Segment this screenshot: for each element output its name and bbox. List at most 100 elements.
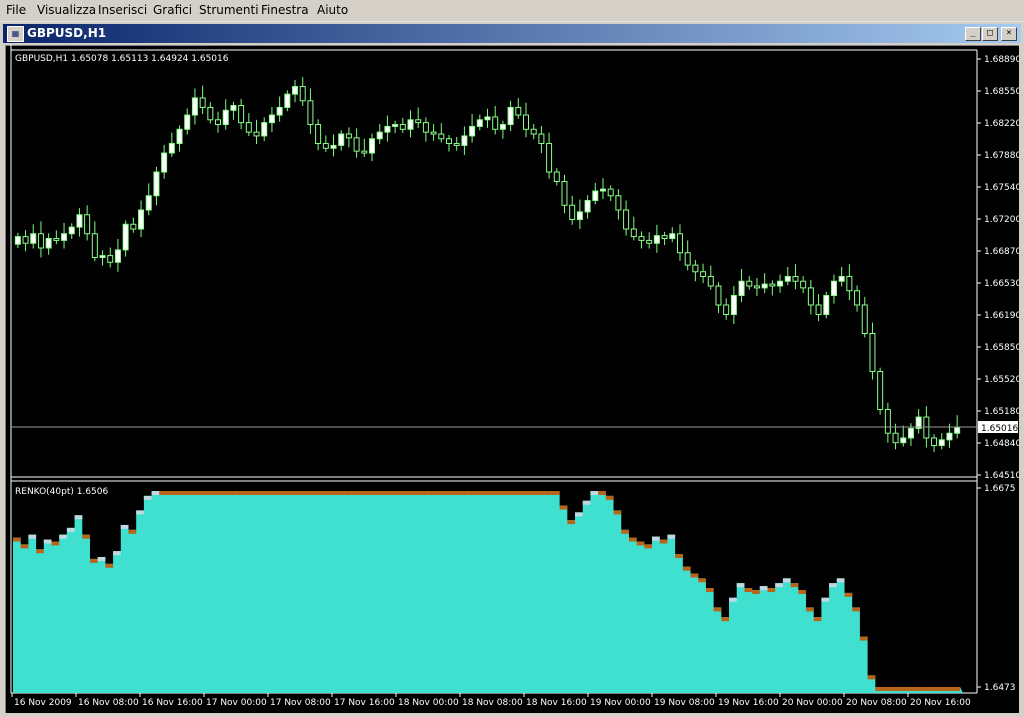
menu-file[interactable]: File — [6, 3, 26, 17]
candle-body — [884, 408, 891, 434]
candle-body — [607, 188, 614, 197]
renko-brick — [567, 520, 576, 525]
renko-brick — [929, 687, 937, 691]
candle-body — [900, 437, 907, 444]
renko-brick — [66, 527, 75, 532]
renko-brick — [374, 491, 383, 495]
renko-brick — [421, 491, 429, 495]
candle-body — [738, 280, 745, 296]
candle-body — [122, 223, 129, 251]
renko-brick — [367, 491, 375, 495]
renko-brick — [813, 617, 822, 622]
renko-brick — [13, 537, 21, 542]
renko-brick — [236, 491, 244, 495]
candle-body — [176, 128, 183, 145]
price-axis: 1.68890 1.68550 1.68220 1.67880 1.67540 1.672… — [977, 55, 1019, 693]
renko-brick — [536, 491, 545, 495]
candle-body — [823, 294, 830, 315]
renko-brick — [613, 510, 622, 515]
renko-brick — [705, 588, 714, 593]
candle-body — [392, 124, 399, 127]
menu-strumenti[interactable]: Strumenti — [199, 3, 259, 17]
time-tick-label: 16 Nov 08:00 — [78, 698, 139, 708]
renko-brick — [605, 495, 614, 500]
renko-brick — [675, 554, 683, 559]
candle-body — [676, 233, 683, 254]
renko-brick — [166, 491, 175, 495]
candle-body — [815, 304, 822, 315]
renko-brick — [174, 491, 183, 495]
renko-brick — [274, 491, 283, 495]
renko-brick — [136, 510, 144, 515]
candle-body — [407, 119, 414, 130]
candle-body — [669, 233, 676, 240]
candle-body — [345, 133, 352, 139]
price-tick-label: 1.68220 — [984, 119, 1019, 129]
renko-brick — [836, 578, 845, 583]
candle-body — [615, 195, 622, 211]
candles-group — [14, 77, 961, 453]
time-tick-label: 16 Nov 2009 — [14, 698, 72, 708]
renko-brick — [397, 491, 406, 495]
candle-body — [830, 280, 837, 296]
close-button[interactable]: × — [1001, 27, 1017, 41]
renko-brick — [682, 566, 691, 571]
time-tick-label: 17 Nov 08:00 — [270, 698, 331, 708]
renko-brick — [290, 491, 298, 495]
candle-body — [923, 416, 930, 439]
candle-body — [946, 432, 953, 441]
candle-body — [168, 143, 175, 154]
menu-visualizza[interactable]: Visualizza — [37, 3, 96, 17]
window-titlebar[interactable]: ▦ GBPUSD,H1 _ □ × — [3, 24, 1021, 43]
renko-brick — [328, 491, 337, 495]
candle-body — [99, 255, 106, 259]
renko-brick — [883, 687, 891, 691]
menu-finestra[interactable]: Finestra — [261, 3, 309, 17]
renko-brick — [436, 491, 445, 495]
candle-body — [276, 106, 283, 116]
menu-aiuto[interactable]: Aiuto — [317, 3, 348, 17]
candle-body — [777, 280, 784, 287]
price-tick-label: 1.66190 — [984, 311, 1019, 321]
menu-grafici[interactable]: Grafici — [153, 3, 192, 17]
time-tick-label: 20 Nov 00:00 — [782, 698, 843, 708]
candle-body — [538, 133, 545, 145]
candle-body — [453, 143, 460, 146]
renko-brick — [521, 491, 529, 495]
renko-brick — [821, 597, 830, 602]
renko-brick — [205, 491, 214, 495]
candle-body — [138, 209, 145, 230]
time-tick-label: 20 Nov 08:00 — [846, 698, 907, 708]
main-chart-info: GBPUSD,H1 1.65078 1.65113 1.64924 1.6501… — [15, 54, 229, 64]
renko-brick — [490, 491, 499, 495]
price-tick-label: 1.67200 — [984, 215, 1019, 225]
menu-inserisci[interactable]: Inserisci — [98, 3, 147, 17]
candle-body — [22, 236, 29, 244]
minimize-button[interactable]: _ — [965, 27, 981, 41]
candle-body — [45, 238, 52, 249]
renko-brick — [513, 491, 522, 495]
candle-body — [515, 106, 522, 116]
renko-brick — [259, 491, 268, 495]
renko-brick — [575, 512, 583, 517]
renko-brick — [859, 636, 868, 641]
time-tick-label: 18 Nov 08:00 — [462, 698, 523, 708]
time-tick-label: 19 Nov 16:00 — [718, 698, 779, 708]
renko-brick — [775, 583, 783, 588]
renko-brick — [829, 583, 837, 588]
candle-body — [114, 249, 121, 263]
price-tick-label: 1.67540 — [984, 183, 1019, 193]
renko-brick — [305, 491, 314, 495]
renko-brick — [590, 491, 599, 495]
candle-body — [784, 275, 791, 282]
renko-brick — [551, 491, 560, 495]
maximize-button[interactable]: □ — [982, 27, 998, 41]
candle-body — [430, 131, 437, 135]
price-tick-label: 1.67880 — [984, 151, 1019, 161]
renko-brick — [667, 534, 676, 539]
candle-body — [222, 109, 229, 126]
candle-body — [569, 204, 576, 221]
candle-body — [215, 119, 222, 126]
chart-canvas[interactable]: GBPUSD,H1 1.65078 1.65113 1.64924 1.6501… — [5, 45, 1019, 713]
candle-body — [91, 233, 98, 259]
